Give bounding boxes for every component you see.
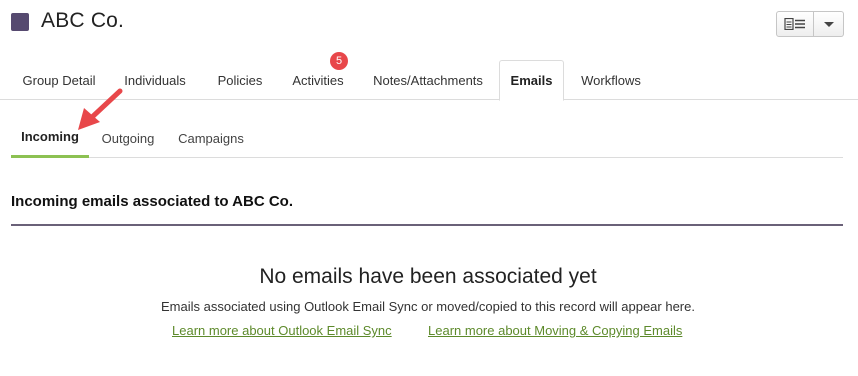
view-options-button[interactable] bbox=[776, 11, 814, 37]
section-heading: Incoming emails associated to ABC Co. bbox=[11, 193, 294, 210]
record-header: ABC Co. bbox=[0, 0, 858, 50]
tab-emails[interactable]: Emails bbox=[499, 60, 564, 101]
tab-activities-label: Activities bbox=[292, 72, 344, 88]
outlook-sync-help-link[interactable]: Learn more about Outlook Email Sync bbox=[172, 323, 392, 338]
chevron-down-icon bbox=[823, 21, 834, 27]
annotation-arrow-icon bbox=[78, 88, 123, 130]
empty-state-text: Emails associated using Outlook Email Sy… bbox=[161, 299, 695, 314]
activities-count-badge: 5 bbox=[330, 52, 348, 70]
record-actions bbox=[776, 11, 844, 37]
list-view-icon bbox=[784, 18, 805, 30]
page-title: ABC Co. bbox=[41, 9, 125, 32]
tab-workflows[interactable]: Workflows bbox=[568, 60, 654, 100]
section-divider bbox=[11, 224, 843, 226]
subtab-campaigns[interactable]: Campaigns bbox=[167, 118, 255, 158]
tab-policies[interactable]: Policies bbox=[203, 60, 277, 100]
actions-dropdown-button[interactable] bbox=[814, 11, 844, 37]
tab-notes-attachments[interactable]: Notes/Attachments bbox=[359, 60, 497, 100]
record-tabs: Group Detail Individuals Policies Activi… bbox=[0, 52, 858, 101]
moving-copying-help-link[interactable]: Learn more about Moving & Copying Emails bbox=[428, 323, 682, 338]
email-subtabs: Incoming Outgoing Campaigns bbox=[11, 118, 843, 158]
empty-state-title: No emails have been associated yet bbox=[259, 265, 597, 288]
tab-activities[interactable]: Activities 5 bbox=[281, 52, 355, 100]
record-color-swatch bbox=[11, 13, 29, 31]
